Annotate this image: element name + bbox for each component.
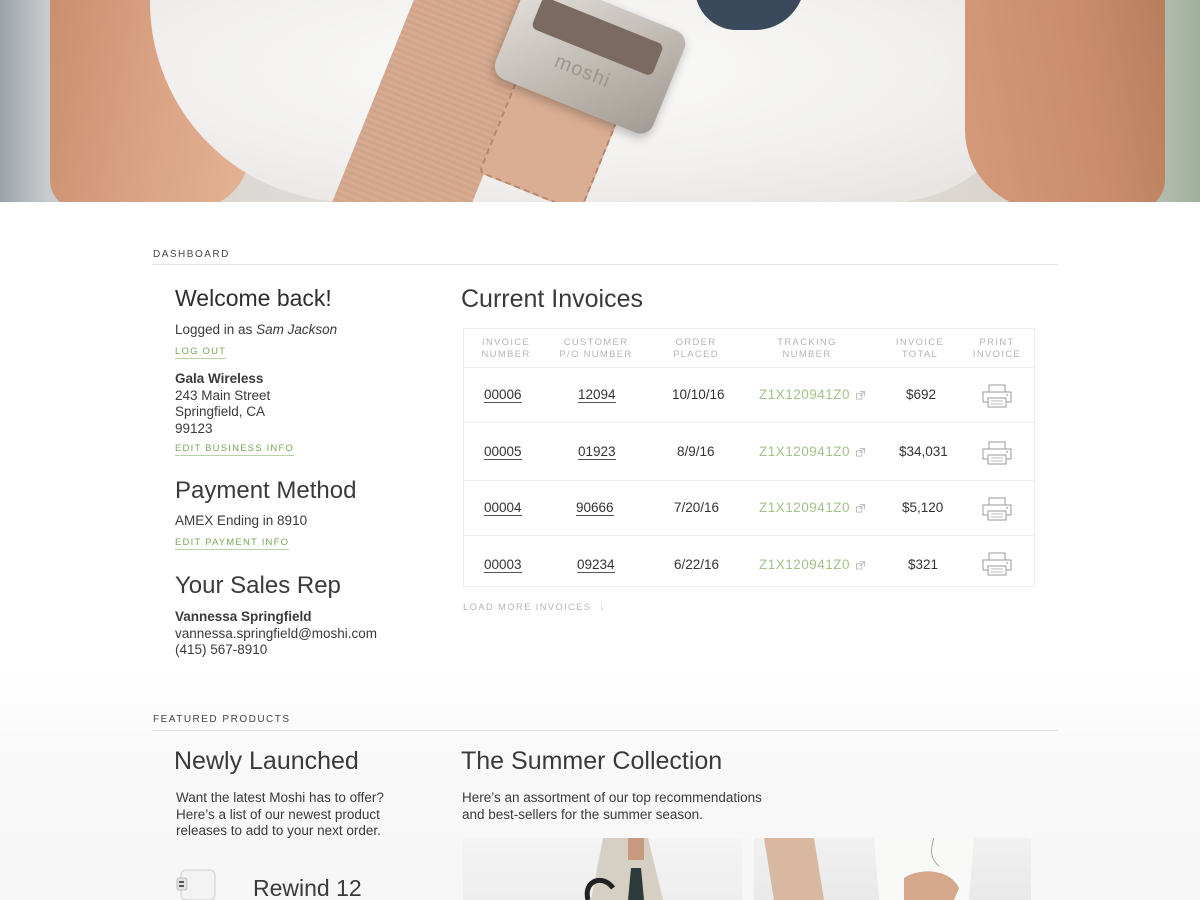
hero-arm-right: [965, 0, 1165, 202]
po-number-link[interactable]: 90666: [576, 500, 614, 516]
sales-rep-heading: Your Sales Rep: [175, 572, 341, 599]
business-info: Gala Wireless 243 Main Street Springfiel…: [175, 371, 270, 437]
payment-method-heading: Payment Method: [175, 477, 357, 504]
external-link-icon[interactable]: [856, 391, 865, 400]
sales-rep-phone[interactable]: (415) 567-8910: [175, 642, 377, 659]
invoices-table: INVOICE NUMBER CUSTOMER P/O NUMBER ORDER PL…: [463, 328, 1035, 587]
arrow-down-icon: ↓: [599, 602, 606, 613]
sales-rep-info: Vannessa Springfield vannessa.springfiel…: [175, 609, 377, 659]
business-name: Gala Wireless: [175, 371, 264, 386]
external-link-icon[interactable]: [856, 448, 865, 457]
load-more-label: LOAD MORE INVOICES: [463, 602, 592, 613]
order-placed-date: 8/9/16: [677, 444, 715, 459]
printer-icon[interactable]: [982, 497, 1012, 521]
printer-icon[interactable]: [982, 384, 1012, 408]
table-row: 00004 90666 7/20/16 Z1X120941Z0 $5,120: [464, 481, 1034, 536]
col-header-print-invoice: PRINT INVOICE: [972, 337, 1022, 360]
printer-icon[interactable]: [982, 552, 1012, 576]
invoice-total: $321: [908, 557, 939, 572]
invoice-number-link[interactable]: 00004: [484, 500, 522, 516]
newly-launched-description: Want the latest Moshi has to offer? Here…: [176, 790, 384, 838]
col-header-invoice-number: INVOICE NUMBER: [481, 337, 531, 360]
sales-rep-name: Vannessa Springfield: [175, 609, 312, 624]
po-number-link[interactable]: 01923: [578, 444, 616, 460]
printer-icon[interactable]: [982, 441, 1012, 465]
payment-method-value: AMEX Ending in 8910: [175, 513, 308, 528]
summer-product-photo-1[interactable]: [463, 838, 742, 900]
external-link-icon[interactable]: [856, 504, 865, 513]
dashboard-divider: [152, 264, 1058, 265]
tracking-number-link[interactable]: Z1X120941Z0: [759, 557, 850, 572]
current-invoices-heading: Current Invoices: [461, 285, 644, 313]
col-header-invoice-total: INVOICE TOTAL: [895, 337, 945, 360]
load-more-invoices-button[interactable]: LOAD MORE INVOICES ↓: [463, 602, 606, 613]
newly-launched-heading: Newly Launched: [174, 747, 359, 775]
edit-payment-info-link[interactable]: EDIT PAYMENT INFO: [175, 537, 290, 550]
col-header-tracking-number: TRACKING NUMBER: [777, 337, 837, 360]
po-number-link[interactable]: 09234: [577, 557, 615, 573]
table-row: 00003 09234 6/22/16 Z1X120941Z0 $321: [464, 536, 1034, 587]
business-city: Springfield, CA: [175, 404, 266, 419]
edit-business-info-link[interactable]: EDIT BUSINESS INFO: [175, 443, 295, 456]
external-link-icon[interactable]: [856, 561, 865, 570]
rewind-12-product-name[interactable]: Rewind 12: [253, 875, 362, 900]
logged-in-prefix: Logged in as: [175, 322, 257, 337]
user-name: Sam Jackson: [256, 322, 338, 337]
dashboard-section-label: DASHBOARD: [153, 249, 230, 260]
po-number-link[interactable]: 12094: [578, 387, 616, 403]
invoice-total: $5,120: [902, 500, 944, 515]
order-placed-date: 6/22/16: [674, 557, 720, 572]
col-header-po-number: CUSTOMER P/O NUMBER: [559, 337, 633, 360]
welcome-heading: Welcome back!: [175, 285, 332, 311]
tracking-number-link[interactable]: Z1X120941Z0: [759, 444, 850, 459]
hero-banner-image: moshi: [0, 0, 1200, 202]
summer-product-photo-2[interactable]: [754, 838, 1031, 900]
business-zip: 99123: [175, 420, 213, 436]
sales-rep-email[interactable]: vannessa.springfield@moshi.com: [175, 626, 377, 643]
featured-divider: [152, 730, 1058, 731]
featured-section-label: FEATURED PRODUCTS: [153, 714, 291, 725]
invoice-number-link[interactable]: 00006: [484, 387, 522, 403]
table-row: 00006 12094 10/10/16 Z1X120941Z0 $692: [464, 368, 1034, 423]
tracking-number-link[interactable]: Z1X120941Z0: [759, 387, 850, 402]
order-placed-date: 10/10/16: [672, 387, 725, 402]
rewind-12-product-image[interactable]: [175, 866, 221, 900]
col-header-order-placed: ORDER PLACED: [673, 337, 719, 360]
table-row: 00005 01923 8/9/16 Z1X120941Z0 $34,031: [464, 423, 1034, 481]
invoices-table-header: INVOICE NUMBER CUSTOMER P/O NUMBER ORDER PL…: [464, 329, 1034, 368]
invoice-total: $692: [906, 387, 937, 402]
logout-link[interactable]: LOG OUT: [175, 346, 227, 359]
summer-collection-heading: The Summer Collection: [461, 747, 723, 775]
tracking-number-link[interactable]: Z1X120941Z0: [759, 500, 850, 515]
summer-collection-description: Here’s an assortment of our top recommen…: [462, 790, 762, 822]
invoice-number-link[interactable]: 00005: [484, 444, 522, 460]
order-placed-date: 7/20/16: [674, 500, 720, 515]
logged-in-text: Logged in as Sam Jackson: [175, 322, 337, 339]
invoice-number-link[interactable]: 00003: [484, 557, 522, 573]
invoice-total: $34,031: [899, 444, 948, 459]
business-street: 243 Main Street: [175, 387, 271, 403]
